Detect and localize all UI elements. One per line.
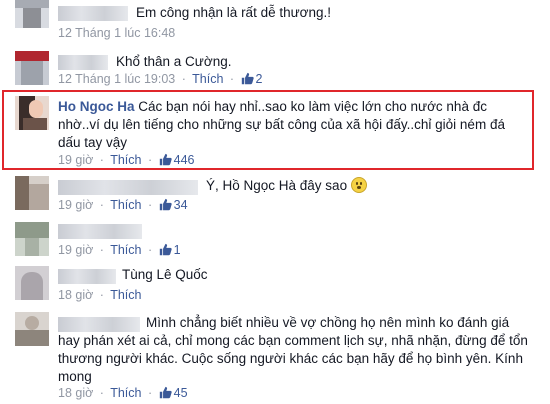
comment-meta: 18 giờ · Thích · 45 xyxy=(58,386,188,400)
comment-time[interactable]: 19 giờ xyxy=(58,243,93,257)
comment-text: Mình chẳng biết nhiều về vợ chồng họ nên… xyxy=(146,315,510,330)
avatar[interactable] xyxy=(15,312,49,346)
comment-text: Ý, Hồ Ngọc Hà đây sao xyxy=(206,177,368,195)
avatar[interactable] xyxy=(15,96,49,130)
like-button[interactable]: Thích xyxy=(110,288,141,302)
comment-text: Ho Ngoc Ha Các bạn nói hay nhỉ..sao ko l… xyxy=(58,99,487,114)
comment-meta: 19 giờ · Thích · 34 xyxy=(58,198,188,212)
comment-time[interactable]: 12 Tháng 1 lúc 16:48 xyxy=(58,26,175,40)
comment-time[interactable]: 12 Tháng 1 lúc 19:03 xyxy=(58,72,175,86)
avatar[interactable] xyxy=(15,0,49,28)
surprised-face-icon xyxy=(351,177,368,193)
commenter-name-redacted xyxy=(58,180,198,195)
avatar[interactable] xyxy=(15,51,49,85)
comment-meta: 19 giờ · Thích · 446 xyxy=(58,153,195,167)
like-button[interactable]: Thích xyxy=(110,386,141,400)
commenter-name-redacted xyxy=(58,224,142,239)
comment-text: Em công nhận là rất dễ thương.! xyxy=(136,5,332,20)
like-button[interactable]: Thích xyxy=(192,72,223,86)
avatar[interactable] xyxy=(15,266,49,300)
commenter-name-redacted xyxy=(58,6,128,21)
like-count[interactable]: 45 xyxy=(159,386,188,400)
comment-time[interactable]: 19 giờ xyxy=(58,198,93,212)
like-count[interactable]: 2 xyxy=(241,72,263,86)
like-button[interactable]: Thích xyxy=(110,153,141,167)
commenter-name[interactable]: Ho Ngoc Ha xyxy=(58,99,135,114)
comment-meta: 12 Tháng 1 lúc 19:03 · Thích · 2 xyxy=(58,72,263,86)
comment-text: Tùng Lê Quốc xyxy=(122,267,208,282)
avatar[interactable] xyxy=(15,176,49,210)
thumbs-up-icon xyxy=(241,72,254,85)
comment-meta: 18 giờ · Thích xyxy=(58,288,142,302)
thumbs-up-icon xyxy=(159,243,172,256)
like-button[interactable]: Thích xyxy=(110,243,141,257)
commenter-name-redacted xyxy=(58,55,108,70)
thumbs-up-icon xyxy=(159,198,172,211)
comment-text-line: thương người khác. Cuộc sống người khác … xyxy=(58,351,523,366)
comment-text-line: hay phán xét ai cả, chỉ mong các bạn com… xyxy=(58,333,528,348)
comment-time[interactable]: 19 giờ xyxy=(58,153,93,167)
comment-meta: 19 giờ · Thích · 1 xyxy=(58,243,181,257)
commenter-name-redacted xyxy=(58,317,140,332)
comment-meta: 12 Tháng 1 lúc 16:48 xyxy=(58,26,175,40)
commenter-name-redacted xyxy=(58,269,116,284)
avatar[interactable] xyxy=(15,222,49,256)
comment-text: Khổ thân a Cường. xyxy=(116,54,232,69)
comment-time[interactable]: 18 giờ xyxy=(58,288,93,302)
thumbs-up-icon xyxy=(159,386,172,399)
like-count[interactable]: 34 xyxy=(159,198,188,212)
comment-text-line: mong xyxy=(58,369,92,384)
like-count[interactable]: 446 xyxy=(159,153,194,167)
thumbs-up-icon xyxy=(159,153,172,166)
comment-time[interactable]: 18 giờ xyxy=(58,386,93,400)
comment-text-line: dấu tay vậy xyxy=(58,135,128,150)
comment-text-line: nhờ..ví dụ lên tiếng cho những sự bất cô… xyxy=(58,117,505,132)
like-button[interactable]: Thích xyxy=(110,198,141,212)
like-count[interactable]: 1 xyxy=(159,243,181,257)
